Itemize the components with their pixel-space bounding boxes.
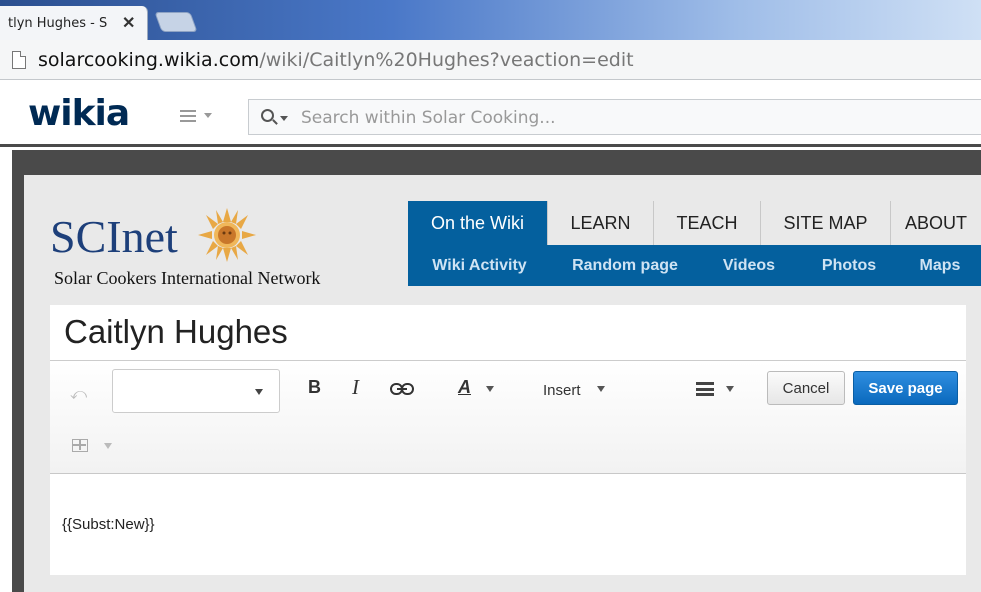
bold-button[interactable]: B [308, 377, 321, 398]
italic-button[interactable]: I [352, 375, 359, 400]
sun-eye-left [222, 231, 226, 235]
wikia-global-header: wikia [0, 81, 981, 147]
chevron-down-icon [255, 389, 263, 395]
nav-link-videos[interactable]: Videos [699, 245, 799, 286]
chevron-down-icon[interactable] [104, 443, 112, 449]
cancel-button[interactable]: Cancel [767, 371, 845, 405]
tab-about[interactable]: ABOUT [890, 201, 981, 245]
nav-link-wiki-activity[interactable]: Wiki Activity [408, 245, 551, 286]
chevron-down-icon[interactable] [726, 386, 734, 392]
tab-teach[interactable]: TEACH [653, 201, 760, 245]
tab-on-the-wiki[interactable]: On the Wiki [408, 201, 547, 245]
nav-link-random-page[interactable]: Random page [551, 245, 699, 286]
editor-toolbar: ⤺ B I A Insert Cancel Save page [50, 360, 966, 474]
nav-link-maps[interactable]: Maps [899, 245, 981, 286]
site-logo-title[interactable]: SCInet [50, 210, 178, 263]
nav-link-photos[interactable]: Photos [799, 245, 899, 286]
new-tab-button[interactable] [154, 12, 198, 32]
url-text[interactable]: solarcooking.wikia.com/wiki/Caitlyn%20Hu… [38, 49, 634, 71]
nav-tab-row: On the Wiki LEARN TEACH SITE MAP ABOUT [408, 201, 981, 245]
site-logo-subtitle: Solar Cookers International Network [54, 268, 321, 288]
url-host: solarcooking.wikia.com [38, 49, 260, 71]
screen: tlyn Hughes - S ✕ solarcooking.wikia.com… [0, 0, 981, 592]
page-title: Caitlyn Hughes [64, 313, 288, 350]
search-dropdown-caret[interactable] [280, 116, 288, 121]
search-input[interactable] [301, 106, 961, 130]
undo-icon[interactable]: ⤺ [70, 386, 87, 404]
sun-eye-right [228, 231, 232, 235]
wiki-navigation: On the Wiki LEARN TEACH SITE MAP ABOUT W… [408, 201, 981, 286]
chevron-down-icon[interactable] [204, 113, 212, 118]
tab-site-map[interactable]: SITE MAP [760, 201, 890, 245]
browser-tab[interactable]: tlyn Hughes - S ✕ [0, 6, 148, 40]
link-icon[interactable] [390, 383, 414, 395]
sun-face [218, 226, 236, 244]
hamburger-icon[interactable] [180, 110, 196, 122]
browser-tab-strip: tlyn Hughes - S ✕ [0, 0, 981, 40]
address-bar[interactable]: solarcooking.wikia.com/wiki/Caitlyn%20Hu… [0, 40, 981, 80]
insert-menu-button[interactable]: Insert [543, 382, 581, 399]
chevron-down-icon[interactable] [486, 386, 494, 392]
page-icon [12, 51, 26, 69]
search-icon[interactable] [261, 109, 274, 122]
tab-title: tlyn Hughes - S [8, 16, 108, 31]
visual-editor: Caitlyn Hughes ⤺ B I A Insert Cancel Sav… [50, 305, 966, 575]
sun-logo-icon [198, 208, 256, 262]
save-page-button[interactable]: Save page [853, 371, 958, 405]
editor-body-text[interactable]: {{Subst:New}} [62, 516, 155, 533]
close-icon[interactable]: ✕ [122, 13, 135, 33]
chevron-down-icon[interactable] [597, 386, 605, 392]
wikia-logo[interactable]: wikia [28, 93, 130, 134]
url-path: /wiki/Caitlyn%20Hughes?veaction=edit [259, 49, 634, 71]
tab-learn[interactable]: LEARN [547, 201, 653, 245]
list-icon[interactable] [696, 382, 714, 396]
text-style-button[interactable]: A [458, 377, 471, 398]
search-box[interactable] [248, 99, 981, 135]
table-icon[interactable] [72, 439, 88, 452]
paragraph-format-dropdown[interactable] [112, 369, 280, 413]
